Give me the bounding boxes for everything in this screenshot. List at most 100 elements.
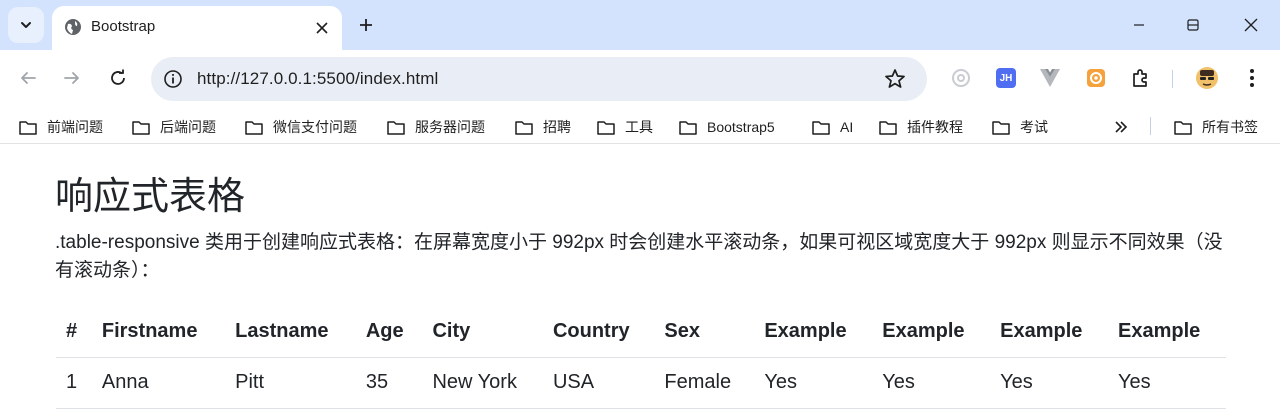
folder-icon xyxy=(245,120,263,135)
bookmarks-separator xyxy=(1150,117,1151,135)
more-vertical-icon xyxy=(1250,69,1254,87)
table-cell: Yes xyxy=(1108,357,1226,409)
folder-icon xyxy=(597,120,615,135)
maximize-icon xyxy=(1187,19,1199,31)
bookmarks-bar: 前端问题 后端问题 微信支付问题 服务器问题 招聘 工具 Bootstrap5 … xyxy=(0,108,1280,144)
bookmark-folder[interactable]: 插件教程 xyxy=(879,117,963,137)
tab-strip: Bootstrap xyxy=(0,0,1280,50)
all-bookmarks-label: 所有书签 xyxy=(1202,119,1258,135)
toolbar-separator xyxy=(1172,70,1173,88)
column-header: Example xyxy=(872,306,991,358)
column-header: Example xyxy=(754,306,873,358)
table-cell: Yes xyxy=(872,357,991,409)
table-cell: Yes xyxy=(754,357,873,409)
bookmark-label: 插件教程 xyxy=(907,119,963,135)
puzzle-icon xyxy=(1133,69,1147,87)
page-title: 响应式表格 xyxy=(55,176,246,218)
column-header: # xyxy=(56,306,92,358)
bookmark-label: 后端问题 xyxy=(160,119,216,135)
bookmark-folder[interactable]: 微信支付问题 xyxy=(245,117,357,137)
table-cell: New York xyxy=(422,357,543,409)
bookmark-folder[interactable]: 服务器问题 xyxy=(387,117,485,137)
responsive-table: # Firstname Lastname Age City Country Se… xyxy=(56,306,1226,409)
bookmark-folder[interactable]: 招聘 xyxy=(515,117,571,137)
folder-icon xyxy=(132,120,150,135)
folder-icon xyxy=(812,120,830,135)
column-header: Firstname xyxy=(91,306,226,358)
bookmark-folder[interactable]: Bootstrap5 xyxy=(679,117,775,137)
bookmark-folder[interactable]: 考试 xyxy=(992,117,1048,137)
bookmark-star-icon[interactable] xyxy=(883,67,907,91)
folder-icon xyxy=(19,120,37,135)
arrow-right-icon xyxy=(64,72,79,84)
active-tab[interactable]: Bootstrap xyxy=(52,6,342,50)
plus-icon xyxy=(360,19,372,31)
jh-badge: JH xyxy=(996,68,1016,88)
close-icon xyxy=(1244,18,1258,32)
extension-orange-icon[interactable] xyxy=(1084,66,1108,90)
bookmark-folder[interactable]: 工具 xyxy=(597,117,653,137)
maximize-button[interactable] xyxy=(1170,6,1216,44)
bookmark-label: 服务器问题 xyxy=(415,119,485,135)
column-header: Age xyxy=(355,306,423,358)
extension-openai-icon[interactable] xyxy=(949,66,973,90)
table-header-row: # Firstname Lastname Age City Country Se… xyxy=(56,306,1226,358)
vue-icon xyxy=(1040,69,1060,87)
back-button[interactable] xyxy=(12,62,44,94)
all-bookmarks-folder[interactable]: 所有书签 xyxy=(1174,117,1258,137)
bookmark-label: 工具 xyxy=(625,119,653,135)
bookmark-label: 考试 xyxy=(1020,119,1048,135)
folder-icon xyxy=(387,120,405,135)
site-info-icon[interactable] xyxy=(163,69,183,89)
bookmark-label: AI xyxy=(840,119,854,135)
page-description: .table-responsive 类用于创建响应式表格：在屏幕宽度小于 992… xyxy=(55,232,1223,281)
column-header: Example xyxy=(1108,306,1226,358)
browser-toolbar: http://127.0.0.1:5500/index.html JH xyxy=(0,50,1280,108)
column-header: Sex xyxy=(654,306,755,358)
profile-avatar[interactable] xyxy=(1195,66,1219,90)
tab-search-button[interactable] xyxy=(8,7,44,43)
bookmark-folder[interactable]: 后端问题 xyxy=(132,117,216,137)
minimize-button[interactable] xyxy=(1116,6,1162,44)
folder-icon xyxy=(879,120,897,135)
url-text[interactable]: http://127.0.0.1:5500/index.html xyxy=(197,69,438,89)
column-header: City xyxy=(422,306,543,358)
table-cell: Pitt xyxy=(225,357,356,409)
table-cell: Anna xyxy=(91,357,226,409)
more-bookmarks-button[interactable] xyxy=(1114,117,1138,137)
table-cell: Yes xyxy=(990,357,1109,409)
close-tab-button[interactable] xyxy=(310,16,334,40)
close-window-button[interactable] xyxy=(1228,6,1274,44)
chevron-down-icon xyxy=(21,22,31,28)
browser-menu-button[interactable] xyxy=(1240,66,1264,90)
avatar-icon xyxy=(1196,67,1218,89)
page-content: 响应式表格 .table-responsive 类用于创建响应式表格：在屏幕宽度… xyxy=(0,145,1280,418)
orange-extension-icon xyxy=(1087,69,1105,87)
forward-button[interactable] xyxy=(56,62,88,94)
tab-title: Bootstrap xyxy=(91,18,156,35)
bookmark-label: 前端问题 xyxy=(47,119,103,135)
column-header: Lastname xyxy=(225,306,356,358)
reload-icon xyxy=(111,69,125,85)
extensions-button[interactable] xyxy=(1128,66,1152,90)
reload-button[interactable] xyxy=(102,62,134,94)
table-row: 1 Anna Pitt 35 New York USA Female Yes Y… xyxy=(56,357,1226,409)
bookmark-folder[interactable]: AI xyxy=(812,117,853,137)
double-chevron-right-icon xyxy=(1115,121,1128,133)
bookmark-label: 微信支付问题 xyxy=(273,119,357,135)
openai-icon xyxy=(952,69,970,87)
new-tab-button[interactable] xyxy=(352,11,380,39)
table-cell: 35 xyxy=(355,357,423,409)
column-header: Example xyxy=(990,306,1109,358)
table-cell: Female xyxy=(654,357,755,409)
globe-icon xyxy=(65,19,81,35)
arrow-left-icon xyxy=(21,72,36,84)
folder-icon xyxy=(515,120,533,135)
extension-jh-icon[interactable]: JH xyxy=(994,66,1018,90)
bookmark-label: Bootstrap5 xyxy=(707,119,775,135)
folder-icon xyxy=(679,120,697,135)
address-bar[interactable]: http://127.0.0.1:5500/index.html xyxy=(151,57,927,101)
extension-vue-icon[interactable] xyxy=(1038,66,1062,90)
bookmark-folder[interactable]: 前端问题 xyxy=(19,117,103,137)
column-header: Country xyxy=(542,306,655,358)
